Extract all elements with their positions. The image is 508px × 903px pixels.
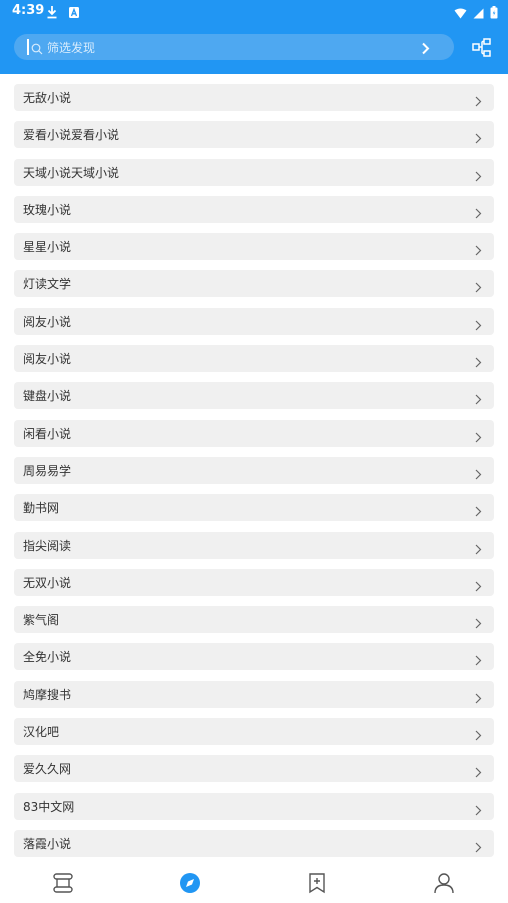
chevron-right-icon <box>475 316 482 335</box>
chevron-right-icon <box>475 540 482 559</box>
search-input[interactable] <box>45 37 419 59</box>
chevron-right-icon <box>475 428 482 447</box>
search-bar[interactable] <box>14 34 454 60</box>
list-item[interactable]: 无敌小说 <box>14 84 494 111</box>
list-item[interactable]: 阅友小说 <box>14 307 494 335</box>
chevron-right-icon <box>475 278 482 297</box>
list-item[interactable]: 周易易学 <box>14 456 494 484</box>
list-item-label: 鸠摩搜书 <box>23 687 72 702</box>
chevron-right-icon <box>475 465 482 484</box>
list-item[interactable]: 灯读文学 <box>14 270 494 298</box>
app-header: 4:39 <box>0 0 508 74</box>
chevron-right-icon <box>475 577 482 596</box>
chevron-right-icon <box>475 167 482 186</box>
list-item[interactable]: 83中文网 <box>14 792 494 820</box>
list-item-label: 阅友小说 <box>23 352 72 367</box>
list-item-label: 落霞小说 <box>23 836 72 851</box>
list-item-label: 天域小说天域小说 <box>23 165 120 180</box>
chevron-right-icon <box>475 353 482 372</box>
list-item-label: 键盘小说 <box>23 389 72 404</box>
list-item-label: 爱久久网 <box>23 762 72 777</box>
search-go-chevron-icon[interactable] <box>421 40 430 59</box>
list-item[interactable]: 阅友小说 <box>14 345 494 373</box>
list-item-label: 83中文网 <box>23 799 75 814</box>
list-item[interactable]: 天域小说天域小说 <box>14 158 494 186</box>
bookmark-add-icon[interactable] <box>306 872 328 894</box>
status-bar: 4:39 <box>0 0 508 24</box>
wifi-icon <box>454 4 467 23</box>
chevron-right-icon <box>475 390 482 409</box>
list-item[interactable]: 爱看小说爱看小说 <box>14 121 494 149</box>
profile-icon[interactable] <box>433 872 455 894</box>
list-item[interactable]: 鸠摩搜书 <box>14 680 494 708</box>
bookshelf-icon[interactable] <box>52 872 74 894</box>
download-icon <box>46 4 58 23</box>
chevron-right-icon <box>475 204 482 223</box>
chevron-right-icon <box>475 614 482 633</box>
list-item[interactable]: 键盘小说 <box>14 382 494 410</box>
battery-icon <box>490 4 498 23</box>
list-item-label: 玫瑰小说 <box>23 202 72 217</box>
list-item-label: 指尖阅读 <box>23 538 72 553</box>
list-item-label: 汉化吧 <box>23 725 60 740</box>
list-item[interactable]: 闲看小说 <box>14 419 494 447</box>
list-item-label: 无敌小说 <box>23 91 72 105</box>
chevron-right-icon <box>475 241 482 260</box>
list-item-label: 全免小说 <box>23 650 72 665</box>
chevron-right-icon <box>475 502 482 521</box>
signal-icon <box>473 4 484 23</box>
list-item-label: 无双小说 <box>23 575 72 590</box>
list-item-label: 周易易学 <box>23 463 72 478</box>
chevron-right-icon <box>475 689 482 708</box>
list-item-label: 星星小说 <box>23 240 72 255</box>
list-item[interactable]: 全免小说 <box>14 643 494 671</box>
list-item[interactable]: 落霞小说 <box>14 829 494 857</box>
list-item-label: 爱看小说爱看小说 <box>23 128 120 143</box>
source-list: 无敌小说 爱看小说爱看小说 天域小说天域小说 玫瑰小说 星星小说 灯读文学 阅友… <box>14 84 494 867</box>
chevron-right-icon <box>475 651 482 670</box>
list-item-label: 灯读文学 <box>23 277 72 292</box>
bottom-nav <box>0 862 508 903</box>
list-item-label: 闲看小说 <box>23 426 72 441</box>
chevron-right-icon <box>475 129 482 148</box>
list-item[interactable]: 星星小说 <box>14 233 494 261</box>
list-item-label: 紫气阁 <box>23 613 60 628</box>
list-item[interactable]: 指尖阅读 <box>14 531 494 559</box>
list-item[interactable]: 爱久久网 <box>14 755 494 783</box>
chevron-right-icon <box>475 726 482 745</box>
list-item[interactable]: 汉化吧 <box>14 718 494 746</box>
list-item[interactable]: 紫气阁 <box>14 606 494 634</box>
list-item[interactable]: 玫瑰小说 <box>14 195 494 223</box>
discover-compass-icon[interactable] <box>179 872 201 894</box>
chevron-right-icon <box>475 763 482 782</box>
list-item[interactable]: 无双小说 <box>14 568 494 596</box>
list-item[interactable]: 勤书网 <box>14 494 494 522</box>
search-icon <box>31 40 43 59</box>
chevron-right-icon <box>475 838 482 857</box>
notification-a-icon <box>68 4 80 23</box>
group-structure-icon[interactable] <box>472 38 492 58</box>
list-item-label: 阅友小说 <box>23 314 72 329</box>
status-time: 4:39 <box>12 3 45 18</box>
chevron-right-icon <box>475 801 482 820</box>
list-item-label: 勤书网 <box>23 501 60 516</box>
text-cursor <box>27 39 29 55</box>
chevron-right-icon <box>475 92 482 111</box>
